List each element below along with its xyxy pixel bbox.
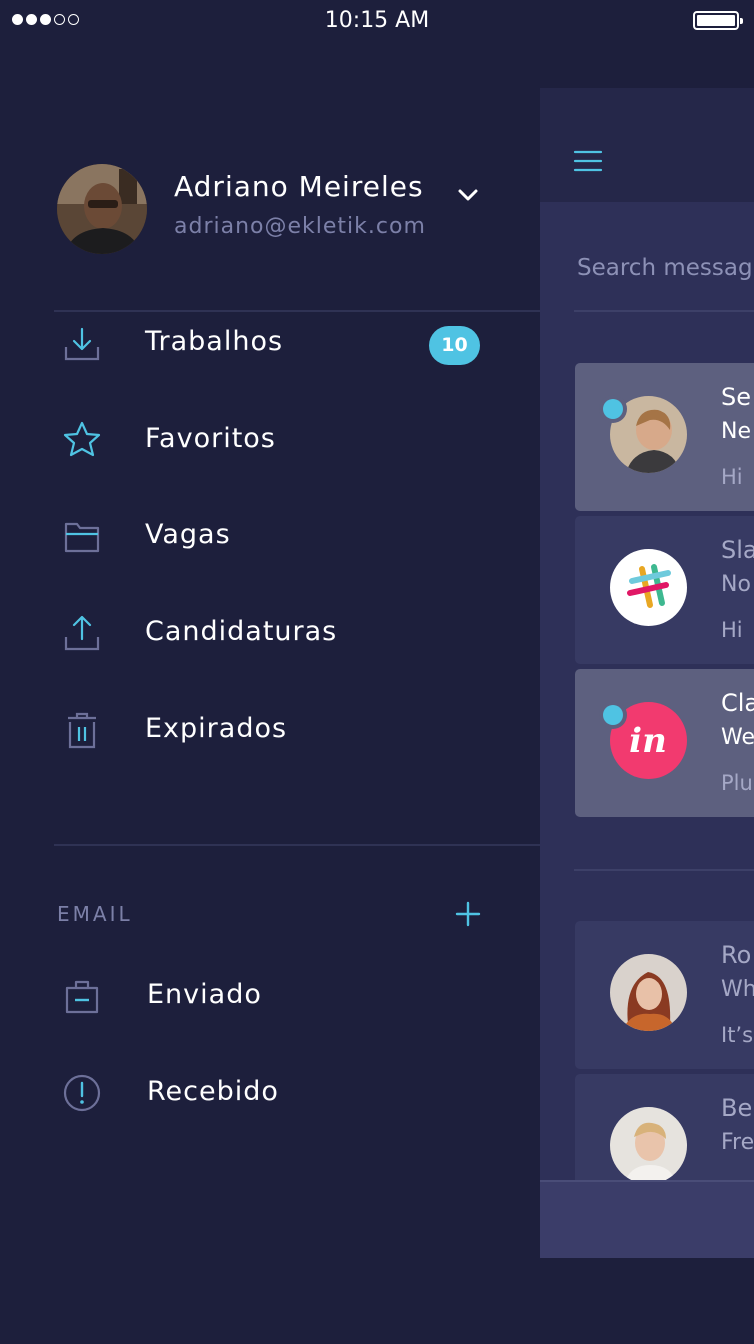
message-subject: No xyxy=(721,572,751,597)
message-card[interactable]: in Cla We Plu xyxy=(575,669,754,817)
count-badge: 10 xyxy=(429,326,480,365)
message-preview: Hi xyxy=(721,618,743,642)
nav-label: Recebido xyxy=(147,1076,279,1107)
nav-label: Trabalhos xyxy=(145,326,284,357)
menu-icon[interactable] xyxy=(573,149,603,173)
nav-label: Enviado xyxy=(147,979,262,1010)
user-email: adriano@ekletik.com xyxy=(174,214,426,239)
folder-icon xyxy=(64,522,100,553)
nav-item-candidaturas[interactable]: Candidaturas xyxy=(54,603,494,663)
message-sender: Ro xyxy=(721,941,752,969)
user-name: Adriano Meireles xyxy=(174,170,424,203)
bottom-bar xyxy=(540,1180,754,1258)
unread-indicator xyxy=(603,705,623,725)
nav-item-enviado[interactable]: Enviado xyxy=(54,966,494,1026)
user-avatar[interactable] xyxy=(57,164,147,254)
message-subject: Wh xyxy=(721,977,754,1002)
nav-item-recebido[interactable]: Recebido xyxy=(54,1063,494,1123)
divider xyxy=(54,844,540,846)
unread-indicator xyxy=(603,399,623,419)
message-preview: It’s xyxy=(721,1023,754,1047)
nav-label: Favoritos xyxy=(145,423,276,454)
message-sender: Be xyxy=(721,1094,753,1122)
search-input[interactable]: Search messag xyxy=(577,255,753,281)
nav-item-expirados[interactable]: Expirados xyxy=(54,700,494,760)
nav-label: Expirados xyxy=(145,713,288,744)
message-subject: Fre xyxy=(721,1130,754,1155)
message-preview: Hi xyxy=(721,465,743,489)
chevron-down-icon[interactable] xyxy=(453,180,483,210)
trash-icon xyxy=(68,712,96,749)
message-subject: Ne xyxy=(721,419,751,444)
message-subject: We xyxy=(721,725,754,750)
sender-avatar xyxy=(610,1107,687,1184)
divider xyxy=(574,869,754,871)
divider xyxy=(54,310,540,312)
alert-circle-icon xyxy=(63,1074,101,1112)
battery-icon xyxy=(693,11,743,30)
message-card[interactable]: Se Ne Hi xyxy=(575,363,754,511)
slack-logo-icon xyxy=(610,549,687,626)
upload-icon xyxy=(64,615,100,651)
add-icon[interactable] xyxy=(455,901,481,927)
download-icon xyxy=(64,327,100,361)
main-panel: Search messag Se Ne Hi Sla No Hi in Cla … xyxy=(540,88,754,1258)
message-sender: Se xyxy=(721,383,751,411)
message-card[interactable]: Ro Wh It’s xyxy=(575,921,754,1069)
nav-item-vagas[interactable]: Vagas xyxy=(54,506,494,566)
svg-text:in: in xyxy=(629,721,667,761)
nav-item-favoritos[interactable]: Favoritos xyxy=(54,410,494,470)
sender-avatar xyxy=(610,954,687,1031)
status-time: 10:15 AM xyxy=(324,8,430,33)
status-bar: 10:15 AM xyxy=(0,0,754,44)
nav-label: Candidaturas xyxy=(145,616,338,647)
side-drawer: Adriano Meireles adriano@ekletik.com Tra… xyxy=(0,44,540,1344)
message-sender: Cla xyxy=(721,689,754,717)
message-card[interactable]: Sla No Hi xyxy=(575,516,754,664)
message-sender: Sla xyxy=(721,536,754,564)
briefcase-icon xyxy=(65,980,99,1014)
section-title-email: EMAIL xyxy=(57,902,133,926)
divider xyxy=(574,310,754,312)
message-preview: Plu xyxy=(721,771,753,795)
star-icon xyxy=(63,421,101,457)
nav-item-trabalhos[interactable]: Trabalhos 10 xyxy=(54,313,494,373)
nav-label: Vagas xyxy=(145,519,231,550)
main-header xyxy=(540,88,754,202)
